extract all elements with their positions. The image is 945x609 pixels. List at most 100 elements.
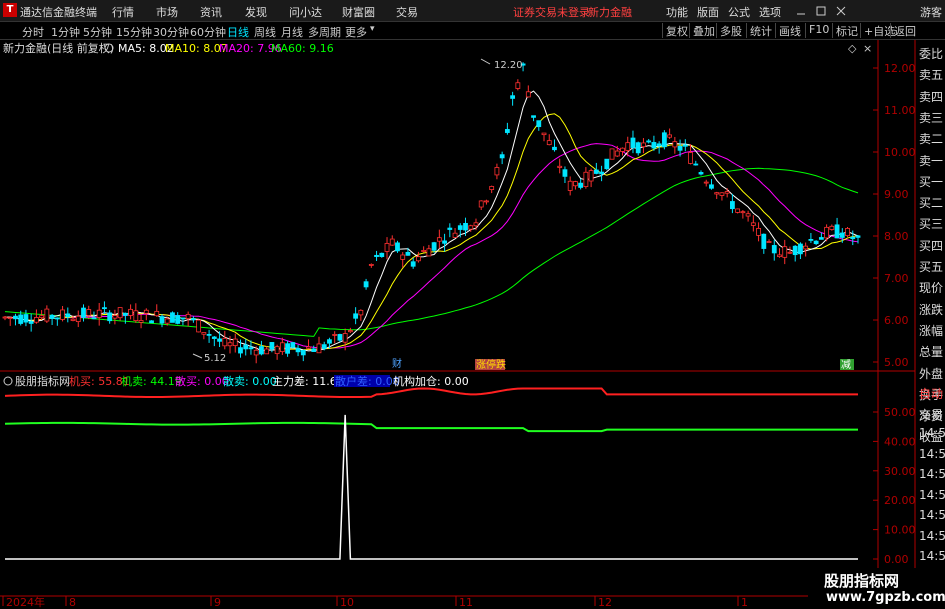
- price-tick-label: 7.00: [884, 272, 909, 285]
- f10-button[interactable]: F10: [805, 23, 829, 38]
- mark-button[interactable]: 标记: [832, 23, 858, 38]
- tab-daily[interactable]: 日线: [227, 24, 249, 40]
- indicator-tick-label: 0.00: [884, 553, 909, 566]
- ma20-line: [4, 143, 859, 349]
- statistics-button[interactable]: 统计: [746, 23, 772, 38]
- login-status[interactable]: 证券交易未登录: [513, 4, 590, 20]
- candle-body: [426, 248, 432, 257]
- trade-time-label: 14:56: [919, 528, 945, 543]
- candle-body: [578, 182, 584, 188]
- trade-time-label: 14:56: [919, 508, 945, 522]
- candle-body: [792, 245, 798, 256]
- candle-body: [583, 171, 589, 187]
- candle-body: [238, 347, 243, 354]
- candle-body: [54, 317, 60, 320]
- candle-body: [274, 346, 280, 355]
- back-button[interactable]: 返回: [890, 23, 916, 38]
- panel-mode-label[interactable]: 自动: [919, 385, 943, 402]
- candle-body: [91, 317, 97, 320]
- candle-body: [510, 95, 516, 99]
- candle-body: [614, 150, 620, 157]
- candle-body: [389, 238, 395, 246]
- current-stock-name: 新力金融: [588, 6, 632, 19]
- menu-news[interactable]: 资讯: [200, 4, 222, 20]
- more-chevron-icon[interactable]: ▾: [370, 24, 375, 34]
- limit-marker[interactable]: 涨停跌: [476, 358, 506, 371]
- quote-field-label: 总量: [919, 345, 944, 360]
- restore-rights-button[interactable]: 复权: [662, 23, 688, 38]
- menu-ask[interactable]: 问小达: [289, 4, 322, 20]
- panel-collapse-icon[interactable]: ◇: [848, 42, 857, 55]
- candle-body: [850, 236, 856, 240]
- candle-body: [107, 312, 113, 322]
- tab-weekly[interactable]: 周线: [254, 24, 276, 40]
- tab-15min[interactable]: 15分钟: [116, 24, 152, 40]
- indicator-settings-icon[interactable]: [3, 376, 13, 386]
- candle-body: [13, 315, 18, 320]
- overlay-button[interactable]: 叠加: [689, 23, 715, 38]
- restore-icon[interactable]: [815, 5, 827, 17]
- inst-buy-line: [4, 387, 858, 399]
- tab-30min[interactable]: 30分钟: [153, 24, 189, 40]
- indicator-tick-label: 20.00: [884, 494, 916, 507]
- indicator-value-main-diff: 主力差: 11.62: [272, 374, 344, 388]
- candle-body: [410, 261, 416, 267]
- candle-body: [70, 318, 76, 321]
- candle-body: [730, 201, 735, 210]
- close-icon[interactable]: [835, 5, 847, 17]
- candle-body: [190, 318, 196, 321]
- candle-body: [525, 91, 531, 98]
- tab-1min[interactable]: 1分钟: [51, 24, 80, 40]
- draw-line-button[interactable]: 画线: [775, 23, 801, 38]
- tab-timeshare[interactable]: 分时: [22, 24, 44, 40]
- kline-chart[interactable]: 新力金融(日线 前复权) MA5: 8.02 MA10: 8.07 MA20: …: [0, 40, 945, 609]
- candle-body: [259, 346, 264, 355]
- tab-5min[interactable]: 5分钟: [83, 24, 112, 40]
- app-logo-icon: T: [3, 3, 17, 17]
- menu-function[interactable]: 功能: [666, 4, 688, 20]
- menu-formula[interactable]: 公式: [728, 4, 750, 20]
- multi-stock-button[interactable]: 多股: [716, 23, 742, 38]
- user-guest[interactable]: 游客: [920, 4, 942, 20]
- candle-body: [436, 237, 442, 242]
- candle-body: [489, 186, 495, 191]
- candle-body: [824, 226, 830, 239]
- candle-body: [504, 129, 510, 133]
- candle-body: [609, 148, 615, 160]
- candle-body: [457, 225, 463, 230]
- candle-body: [661, 132, 667, 148]
- tab-multi-period[interactable]: 多周期: [308, 24, 341, 40]
- candle-body: [641, 142, 646, 148]
- menu-discover[interactable]: 发现: [245, 4, 267, 20]
- minimize-icon[interactable]: [795, 5, 807, 17]
- panel-close-icon[interactable]: ×: [863, 42, 872, 55]
- menu-options[interactable]: 选项: [759, 4, 781, 20]
- quote-field-label: 买二: [919, 196, 944, 211]
- low-price-label: 5.12: [204, 353, 226, 364]
- menu-market[interactable]: 市场: [156, 4, 178, 20]
- tab-60min[interactable]: 60分钟: [190, 24, 226, 40]
- trade-time-label: 14:56: [919, 549, 945, 563]
- menu-wealth[interactable]: 财富圈: [342, 4, 375, 20]
- candle-body: [28, 321, 34, 324]
- price-tick-label: 6.00: [884, 314, 909, 327]
- candle-body: [431, 242, 437, 251]
- tab-more[interactable]: 更多: [345, 24, 367, 40]
- panel-mode-label[interactable]: 交易: [919, 406, 943, 423]
- finance-marker[interactable]: 财: [392, 357, 402, 370]
- candlestick-series: [2, 62, 861, 364]
- candle-body: [379, 252, 385, 258]
- candle-body: [478, 200, 484, 208]
- candle-body: [196, 319, 202, 333]
- candle-body: [630, 137, 636, 148]
- reduce-marker[interactable]: 减: [841, 359, 851, 371]
- tab-monthly[interactable]: 月线: [281, 24, 303, 40]
- candle-body: [327, 339, 332, 344]
- time-tick-label: 10: [340, 596, 354, 609]
- menu-market-quote[interactable]: 行情: [112, 4, 134, 20]
- candle-body: [368, 264, 374, 266]
- menu-layout[interactable]: 版面: [697, 4, 719, 20]
- menu-trade[interactable]: 交易: [396, 4, 418, 20]
- candle-body: [384, 243, 390, 252]
- candle-body: [766, 241, 772, 243]
